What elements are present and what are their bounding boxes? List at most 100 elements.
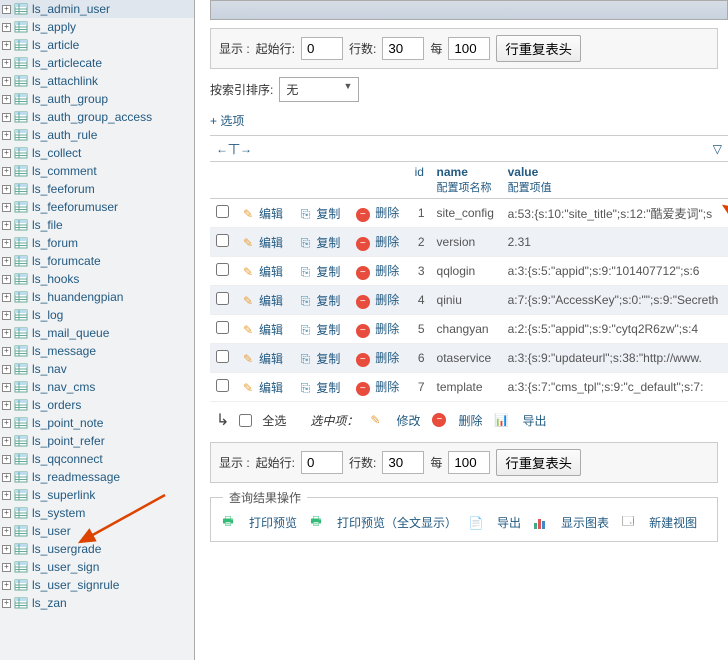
row-checkbox[interactable] xyxy=(216,379,229,392)
edit-link[interactable]: 编辑 xyxy=(259,236,283,250)
sidebar-item-ls_user_sign[interactable]: +ls_user_sign xyxy=(0,558,194,576)
expand-icon[interactable]: + xyxy=(2,491,11,500)
delete-link[interactable]: 删除 xyxy=(375,235,399,249)
expand-icon[interactable]: + xyxy=(2,275,11,284)
expand-icon[interactable]: + xyxy=(2,203,11,212)
expand-icon[interactable]: + xyxy=(2,23,11,32)
expand-icon[interactable]: + xyxy=(2,77,11,86)
rows-input[interactable] xyxy=(382,37,424,60)
sidebar-item-ls_forum[interactable]: +ls_forum xyxy=(0,234,194,252)
sidebar-item-ls_admin_user[interactable]: +ls_admin_user xyxy=(0,0,194,18)
dropdown-icon[interactable]: ▽ xyxy=(713,142,722,156)
sidebar-item-ls_auth_group[interactable]: +ls_auth_group xyxy=(0,90,194,108)
sidebar-item-ls_superlink[interactable]: +ls_superlink xyxy=(0,486,194,504)
delete-link[interactable]: 删除 xyxy=(375,293,399,307)
delete-link[interactable]: 删除 xyxy=(375,380,399,394)
expand-icon[interactable]: + xyxy=(2,113,11,122)
expand-icon[interactable]: + xyxy=(2,41,11,50)
copy-link[interactable]: 复制 xyxy=(316,207,340,221)
sidebar-item-ls_log[interactable]: +ls_log xyxy=(0,306,194,324)
expand-icon[interactable]: + xyxy=(2,401,11,410)
row-checkbox[interactable] xyxy=(216,350,229,363)
sidebar-item-ls_collect[interactable]: +ls_collect xyxy=(0,144,194,162)
delete-link[interactable]: 删除 xyxy=(375,322,399,336)
sidebar-item-ls_auth_group_access[interactable]: +ls_auth_group_access xyxy=(0,108,194,126)
expand-icon[interactable]: + xyxy=(2,257,11,266)
modify-button[interactable]: 修改 xyxy=(396,412,420,429)
copy-link[interactable]: 复制 xyxy=(316,294,340,308)
expand-icon[interactable]: + xyxy=(2,545,11,554)
expand-icon[interactable]: + xyxy=(2,563,11,572)
print-preview-full[interactable]: 打印预览（全文显示） xyxy=(337,514,457,531)
sidebar-item-ls_comment[interactable]: +ls_comment xyxy=(0,162,194,180)
expand-icon[interactable]: + xyxy=(2,185,11,194)
rows-input-b[interactable] xyxy=(382,451,424,474)
sidebar-item-ls_point_refer[interactable]: +ls_point_refer xyxy=(0,432,194,450)
edit-link[interactable]: 编辑 xyxy=(259,381,283,395)
sidebar-item-ls_zan[interactable]: +ls_zan xyxy=(0,594,194,612)
print-preview[interactable]: 打印预览 xyxy=(249,514,297,531)
sidebar-item-ls_attachlink[interactable]: +ls_attachlink xyxy=(0,72,194,90)
startrow-input[interactable] xyxy=(301,37,343,60)
expand-icon[interactable]: + xyxy=(2,473,11,482)
sidebar-item-ls_feeforumuser[interactable]: +ls_feeforumuser xyxy=(0,198,194,216)
expand-icon[interactable]: + xyxy=(2,599,11,608)
edit-link[interactable]: 编辑 xyxy=(259,294,283,308)
expand-icon[interactable]: + xyxy=(2,329,11,338)
expand-icon[interactable]: + xyxy=(2,527,11,536)
select-all-checkbox[interactable] xyxy=(239,414,252,427)
sidebar-item-ls_apply[interactable]: +ls_apply xyxy=(0,18,194,36)
row-checkbox[interactable] xyxy=(216,234,229,247)
sidebar-item-ls_orders[interactable]: +ls_orders xyxy=(0,396,194,414)
sidebar-item-ls_articlecate[interactable]: +ls_articlecate xyxy=(0,54,194,72)
sidebar-item-ls_readmessage[interactable]: +ls_readmessage xyxy=(0,468,194,486)
row-checkbox[interactable] xyxy=(216,205,229,218)
row-checkbox[interactable] xyxy=(216,321,229,334)
expand-icon[interactable]: + xyxy=(2,131,11,140)
delete-button[interactable]: 删除 xyxy=(458,412,482,429)
move-arrows[interactable]: ←丅→ xyxy=(216,140,252,157)
sidebar-item-ls_feeforum[interactable]: +ls_feeforum xyxy=(0,180,194,198)
expand-icon[interactable]: + xyxy=(2,365,11,374)
expand-icon[interactable]: + xyxy=(2,221,11,230)
row-checkbox[interactable] xyxy=(216,263,229,276)
expand-icon[interactable]: + xyxy=(2,509,11,518)
sort-select[interactable]: 无 xyxy=(279,77,359,102)
sidebar-item-ls_huandengpian[interactable]: +ls_huandengpian xyxy=(0,288,194,306)
sidebar-item-ls_point_note[interactable]: +ls_point_note xyxy=(0,414,194,432)
delete-link[interactable]: 删除 xyxy=(375,206,399,220)
expand-icon[interactable]: + xyxy=(2,347,11,356)
copy-link[interactable]: 复制 xyxy=(316,381,340,395)
edit-link[interactable]: 编辑 xyxy=(259,265,283,279)
sidebar-item-ls_usergrade[interactable]: +ls_usergrade xyxy=(0,540,194,558)
sidebar-item-ls_mail_queue[interactable]: +ls_mail_queue xyxy=(0,324,194,342)
copy-link[interactable]: 复制 xyxy=(316,236,340,250)
edit-link[interactable]: 编辑 xyxy=(259,207,283,221)
sidebar-item-ls_forumcate[interactable]: +ls_forumcate xyxy=(0,252,194,270)
sidebar-item-ls_nav[interactable]: +ls_nav xyxy=(0,360,194,378)
row-checkbox[interactable] xyxy=(216,292,229,305)
sidebar-item-ls_auth_rule[interactable]: +ls_auth_rule xyxy=(0,126,194,144)
sidebar-item-ls_article[interactable]: +ls_article xyxy=(0,36,194,54)
expand-icon[interactable]: + xyxy=(2,149,11,158)
options-toggle[interactable]: + 选项 xyxy=(210,112,244,129)
expand-icon[interactable]: + xyxy=(2,5,11,14)
expand-icon[interactable]: + xyxy=(2,311,11,320)
sidebar-item-ls_user_signrule[interactable]: +ls_user_signrule xyxy=(0,576,194,594)
expand-icon[interactable]: + xyxy=(2,239,11,248)
sidebar-item-ls_user[interactable]: +ls_user xyxy=(0,522,194,540)
expand-icon[interactable]: + xyxy=(2,437,11,446)
result-export[interactable]: 导出 xyxy=(497,514,521,531)
show-chart[interactable]: 显示图表 xyxy=(561,514,609,531)
copy-link[interactable]: 复制 xyxy=(316,265,340,279)
delete-link[interactable]: 删除 xyxy=(375,264,399,278)
copy-link[interactable]: 复制 xyxy=(316,352,340,366)
expand-icon[interactable]: + xyxy=(2,419,11,428)
expand-icon[interactable]: + xyxy=(2,167,11,176)
expand-icon[interactable]: + xyxy=(2,383,11,392)
sidebar-item-ls_qqconnect[interactable]: +ls_qqconnect xyxy=(0,450,194,468)
edit-link[interactable]: 编辑 xyxy=(259,323,283,337)
sidebar-item-ls_nav_cms[interactable]: +ls_nav_cms xyxy=(0,378,194,396)
edit-link[interactable]: 编辑 xyxy=(259,352,283,366)
expand-icon[interactable]: + xyxy=(2,59,11,68)
